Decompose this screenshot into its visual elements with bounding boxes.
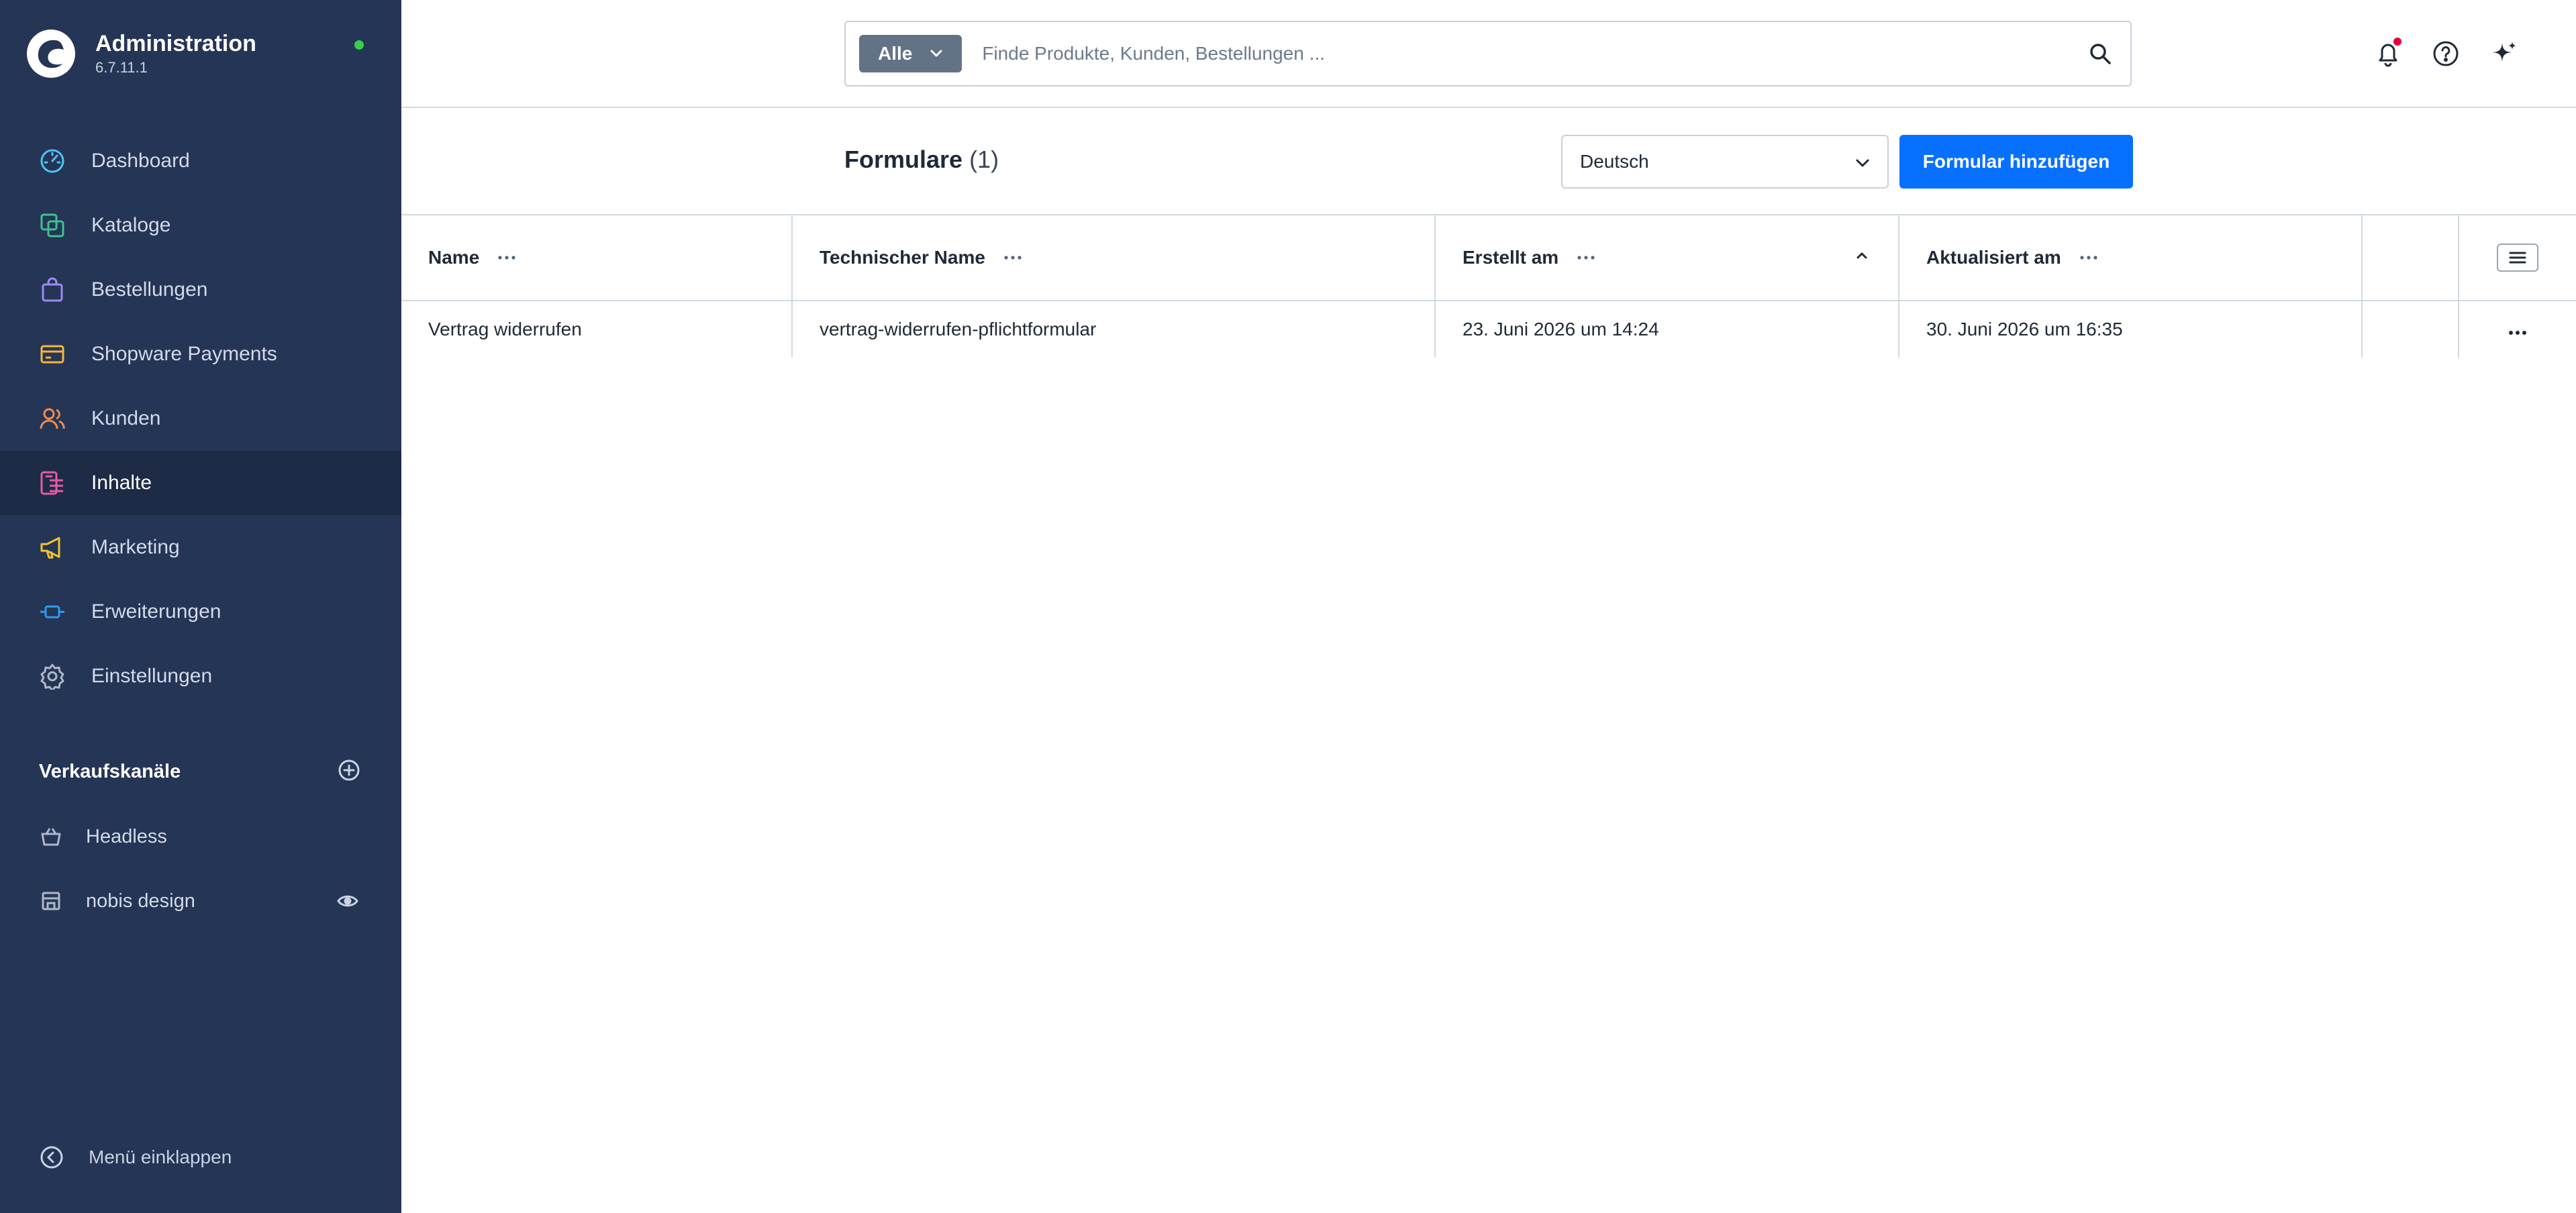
bell-icon[interactable] bbox=[2369, 35, 2407, 72]
collapse-menu-button[interactable]: Menü einklappen bbox=[39, 1145, 232, 1170]
sidebar-item-label: Erweiterungen bbox=[91, 600, 221, 623]
collapse-menu-label: Menü einklappen bbox=[89, 1147, 232, 1167]
language-select-value: Deutsch bbox=[1580, 151, 1649, 172]
credit-card-icon bbox=[38, 339, 67, 369]
topbar: Alle bbox=[401, 0, 2576, 108]
sort-ascending-icon[interactable] bbox=[1855, 251, 1869, 260]
cell-technical-name: vertrag-widerrufen-pflichtformular bbox=[793, 301, 1436, 358]
sidebar-item-erweiterungen[interactable]: Erweiterungen bbox=[0, 580, 401, 644]
shopping-bag-icon bbox=[38, 275, 67, 305]
sidebar-item-einstellungen[interactable]: Einstellungen bbox=[0, 644, 401, 708]
forms-table: Name Technischer Name Erstellt am Aktual… bbox=[401, 215, 2576, 358]
language-select[interactable]: Deutsch bbox=[1561, 135, 1889, 189]
add-sales-channel-icon[interactable] bbox=[337, 758, 361, 786]
sidebar-item-label: Dashboard bbox=[91, 150, 190, 172]
column-header-label: Name bbox=[428, 247, 480, 268]
page-title-text: Formulare bbox=[844, 146, 963, 173]
sidebar-item-inhalte[interactable]: Inhalte bbox=[0, 451, 401, 515]
app-version: 6.7.11.1 bbox=[95, 59, 148, 76]
sidebar-item-label: Bestellungen bbox=[91, 278, 208, 301]
chevron-down-icon bbox=[930, 49, 943, 58]
basket-icon bbox=[39, 825, 63, 849]
column-menu-icon[interactable] bbox=[1577, 256, 1595, 260]
page-toolbar: Formulare (1) Deutsch Formular hinzufüge… bbox=[401, 108, 2576, 215]
sidebar-item-kataloge[interactable]: Kataloge bbox=[0, 193, 401, 258]
sidebar-item-shopware-payments[interactable]: Shopware Payments bbox=[0, 322, 401, 386]
plug-icon bbox=[38, 597, 67, 627]
sidebar-item-label: Inhalte bbox=[91, 472, 152, 494]
sales-channel-label: nobis design bbox=[86, 890, 195, 912]
catalog-icon bbox=[38, 211, 67, 240]
app-title: Administration bbox=[95, 31, 256, 56]
sidebar-item-marketing[interactable]: Marketing bbox=[0, 515, 401, 580]
chevron-down-icon bbox=[1855, 151, 1870, 172]
sales-channel-label: Headless bbox=[86, 825, 167, 847]
dashboard-icon bbox=[38, 146, 67, 176]
megaphone-icon bbox=[38, 533, 67, 562]
sidebar-item-label: Marketing bbox=[91, 536, 180, 558]
eye-icon[interactable] bbox=[334, 888, 361, 914]
column-header-name[interactable]: Name bbox=[401, 215, 793, 300]
column-menu-icon[interactable] bbox=[1004, 256, 1022, 260]
app-root: Administration 6.7.11.1 Dashboard Katalo… bbox=[0, 0, 2576, 1213]
column-header-technical-name[interactable]: Technischer Name bbox=[793, 215, 1436, 300]
gear-icon bbox=[38, 662, 67, 691]
column-menu-icon[interactable] bbox=[2080, 256, 2097, 260]
sidebar-item-bestellungen[interactable]: Bestellungen bbox=[0, 258, 401, 322]
column-settings bbox=[2459, 215, 2576, 300]
search-filter-label: Alle bbox=[878, 43, 913, 64]
table-header: Name Technischer Name Erstellt am Aktual… bbox=[401, 215, 2576, 301]
row-actions-icon[interactable] bbox=[2508, 319, 2527, 340]
search-filter-dropdown[interactable]: Alle bbox=[859, 35, 962, 72]
column-header-label: Aktualisiert am bbox=[1926, 247, 2061, 268]
chevron-left-circle-icon bbox=[39, 1145, 64, 1170]
search-icon[interactable] bbox=[2070, 23, 2130, 84]
cell-name[interactable]: Vertrag widerrufen bbox=[401, 301, 793, 358]
ai-sparkle-icon[interactable] bbox=[2486, 35, 2524, 72]
column-header-label: Technischer Name bbox=[820, 247, 985, 268]
sales-channel-nobis-design[interactable]: nobis design bbox=[39, 874, 361, 928]
storefront-icon bbox=[39, 889, 63, 913]
column-header-created-at[interactable]: Erstellt am bbox=[1436, 215, 1899, 300]
row-actions bbox=[2459, 301, 2576, 358]
global-search: Alle bbox=[844, 21, 2132, 87]
column-header-spacer bbox=[2363, 215, 2459, 300]
sidebar-item-label: Kataloge bbox=[91, 214, 171, 236]
sidebar-item-label: Kunden bbox=[91, 407, 161, 429]
sidebar: Administration 6.7.11.1 Dashboard Katalo… bbox=[0, 0, 401, 1213]
cell-created-at: 23. Juni 2026 um 14:24 bbox=[1436, 301, 1899, 358]
sales-channel-headless[interactable]: Headless bbox=[39, 810, 361, 863]
brand[interactable]: Administration 6.7.11.1 bbox=[27, 30, 256, 78]
sidebar-item-kunden[interactable]: Kunden bbox=[0, 386, 401, 451]
sales-channels-header: Verkaufskanäle bbox=[39, 758, 361, 786]
table-row[interactable]: Vertrag widerrufen vertrag-widerrufen-pf… bbox=[401, 301, 2576, 358]
notification-badge bbox=[2393, 38, 2401, 46]
column-header-updated-at[interactable]: Aktualisiert am bbox=[1899, 215, 2363, 300]
add-form-button[interactable]: Formular hinzufügen bbox=[1899, 135, 2133, 189]
page-title-count: (1) bbox=[969, 146, 999, 173]
content-icon bbox=[38, 468, 67, 498]
main-navigation: Dashboard Kataloge Bestellungen Shopware… bbox=[0, 129, 401, 708]
users-icon bbox=[38, 404, 67, 433]
grid-settings-button[interactable] bbox=[2497, 244, 2538, 272]
shopware-logo-icon bbox=[27, 30, 75, 78]
page-title: Formulare (1) bbox=[844, 146, 999, 174]
cell-updated-at: 30. Juni 2026 um 16:35 bbox=[1899, 301, 2363, 358]
sidebar-item-dashboard[interactable]: Dashboard bbox=[0, 129, 401, 193]
column-header-label: Erstellt am bbox=[1463, 247, 1559, 268]
help-icon[interactable] bbox=[2427, 35, 2465, 72]
cell-spacer bbox=[2363, 301, 2459, 358]
status-online-indicator bbox=[354, 40, 364, 50]
sidebar-item-label: Shopware Payments bbox=[91, 343, 277, 365]
sidebar-item-label: Einstellungen bbox=[91, 665, 213, 687]
sales-channels-title: Verkaufskanäle bbox=[39, 761, 181, 782]
column-menu-icon[interactable] bbox=[498, 256, 515, 260]
search-input[interactable] bbox=[982, 43, 2070, 64]
